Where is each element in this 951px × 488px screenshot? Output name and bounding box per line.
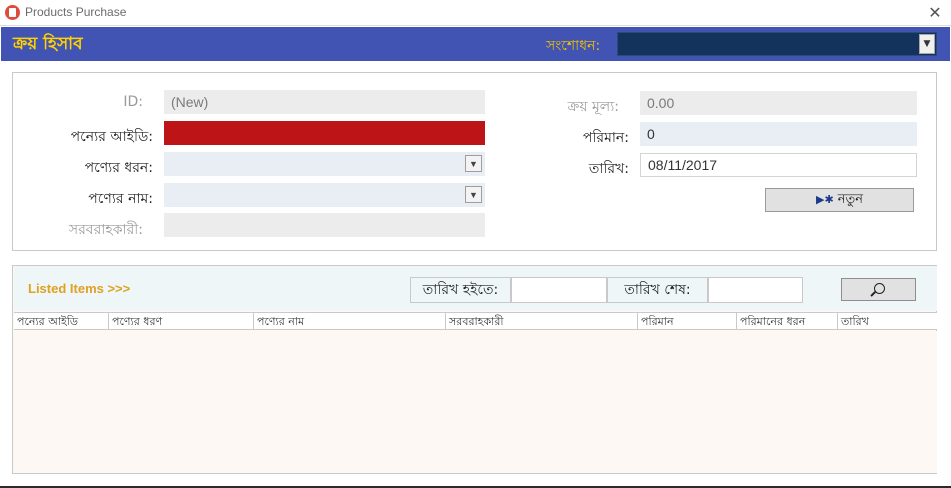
- product-type-label: পণ্যের ধরন:: [84, 160, 153, 176]
- app-icon: [5, 5, 20, 20]
- new-button[interactable]: ▶✱ নতুন: [765, 188, 914, 212]
- id-value: (New): [171, 94, 209, 110]
- revise-combo[interactable]: ▼: [617, 32, 937, 56]
- price-label: ক্রয় মূল্য:: [567, 99, 619, 115]
- chevron-down-icon[interactable]: ▼: [465, 186, 482, 203]
- column-header-quantity-type[interactable]: পরিমানের ধরন: [737, 313, 838, 330]
- column-header-quantity[interactable]: পরিমান: [638, 313, 737, 330]
- product-type-select[interactable]: ▼: [164, 152, 485, 176]
- window-title: Products Purchase: [25, 5, 127, 19]
- column-header-supplier[interactable]: সরবরাহকারী: [446, 313, 638, 330]
- date-value: 08/11/2017: [648, 157, 718, 173]
- quantity-label: পরিমান:: [582, 130, 629, 146]
- column-header-product-name[interactable]: পণ্যের নাম: [254, 313, 446, 330]
- product-name-select[interactable]: ▼: [164, 183, 485, 207]
- new-button-label: নতুন: [837, 192, 863, 207]
- date-to-label: তারিখ শেষ:: [607, 277, 708, 303]
- listed-items-rows[interactable]: [14, 331, 937, 473]
- list-column-header: পন্যের আইডি পণ্যের ধরণ পণ্যের নাম সরবরাহ…: [14, 312, 937, 330]
- supplier-label: সরবরাহকারী:: [68, 222, 143, 238]
- new-record-icon: ▶✱: [816, 193, 834, 206]
- filter-bar: Listed Items >>> তারিখ হইতে: তারিখ শেষ:: [14, 266, 937, 311]
- price-field: 0.00: [640, 91, 917, 115]
- listed-items-heading: Listed Items >>>: [28, 281, 131, 296]
- search-button[interactable]: [841, 278, 916, 301]
- price-value: 0.00: [647, 95, 675, 111]
- date-to-input[interactable]: [708, 277, 803, 303]
- product-id-label: পন্যের আইডি:: [70, 129, 153, 145]
- chevron-down-icon[interactable]: ▼: [465, 155, 482, 172]
- product-id-field[interactable]: [164, 121, 485, 145]
- supplier-field: [164, 213, 485, 237]
- chevron-down-icon[interactable]: ▼: [919, 34, 935, 54]
- quantity-field[interactable]: 0: [640, 122, 917, 146]
- product-name-label: পণ্যের নাম:: [88, 191, 153, 207]
- column-header-product-type[interactable]: পণ্যের ধরণ: [109, 313, 254, 330]
- date-from-input[interactable]: [511, 277, 607, 303]
- quantity-value: 0: [647, 126, 655, 142]
- date-field[interactable]: 08/11/2017: [640, 153, 917, 177]
- column-header-product-id[interactable]: পন্যের আইডি: [14, 313, 109, 330]
- date-label: তারিখ:: [588, 161, 629, 177]
- revise-label: সংশোধন:: [546, 38, 601, 54]
- close-button[interactable]: ✕: [925, 3, 945, 23]
- title-bar: Products Purchase ✕: [0, 0, 951, 26]
- page-title: ক্রয় হিসাব: [13, 34, 83, 54]
- column-header-date[interactable]: তারিখ: [838, 313, 937, 330]
- form-header: ক্রয় হিসাব সংশোধন: ▼: [1, 27, 950, 61]
- id-field: (New): [164, 90, 485, 114]
- id-label: ID:: [123, 94, 143, 110]
- listed-items-panel: Listed Items >>> তারিখ হইতে: তারিখ শেষ: …: [12, 265, 937, 474]
- date-from-label: তারিখ হইতে:: [410, 277, 511, 303]
